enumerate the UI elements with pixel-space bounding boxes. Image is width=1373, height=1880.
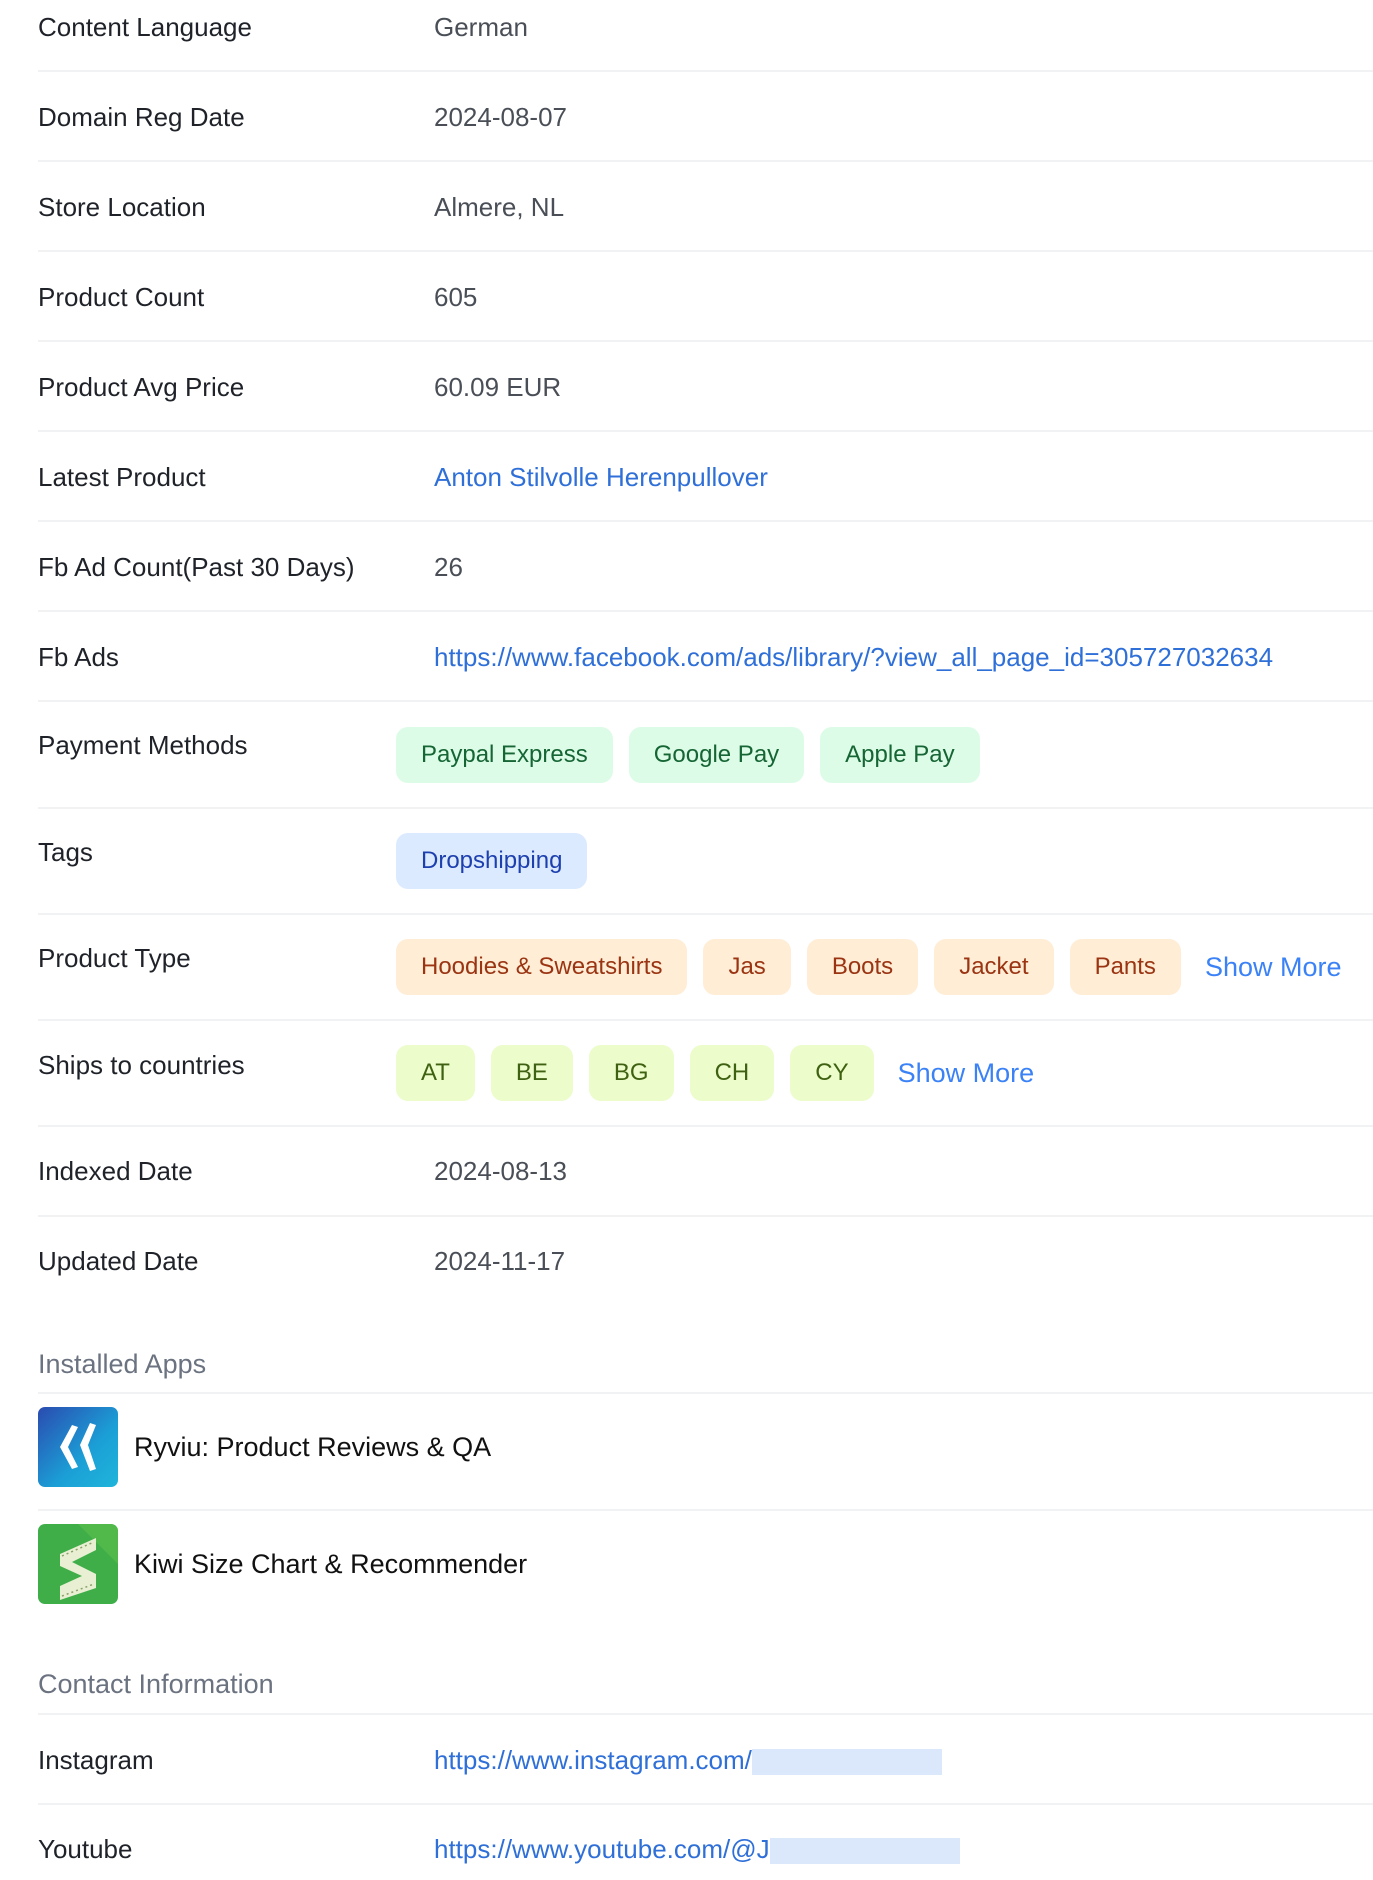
- field-value: Almere, NL: [434, 191, 565, 222]
- field-value: German: [434, 11, 528, 42]
- field-label: Product Count: [38, 281, 205, 312]
- field-label: Fb Ad Count(Past 30 Days): [38, 551, 355, 582]
- redacted-block: [751, 1748, 942, 1775]
- product-type-pill[interactable]: Boots: [806, 939, 919, 995]
- row-store-location: Store Location Almere, NL: [38, 180, 1373, 234]
- product-type-pill[interactable]: Jacket: [934, 939, 1054, 995]
- field-label: Ships to countries: [38, 1049, 245, 1080]
- divider: [38, 340, 1373, 342]
- divider: [38, 1019, 1373, 1021]
- product-type-pill[interactable]: Pants: [1069, 939, 1181, 995]
- field-label: Youtube: [38, 1833, 133, 1864]
- field-label: Content Language: [38, 11, 252, 42]
- product-type-list: Hoodies & Sweatshirts Jas Boots Jacket P…: [396, 939, 1342, 995]
- divider: [38, 610, 1373, 612]
- divider: [38, 520, 1373, 522]
- field-label: Instagram: [38, 1744, 154, 1775]
- field-value: 26: [434, 551, 463, 582]
- country-pill: CH: [689, 1045, 775, 1101]
- divider: [38, 807, 1373, 809]
- product-type-pill[interactable]: Jas: [703, 939, 791, 995]
- row-indexed-date: Indexed Date 2024-08-13: [38, 1144, 1373, 1198]
- tag-pill[interactable]: Dropshipping: [396, 833, 588, 889]
- installed-apps-heading: Installed Apps: [38, 1349, 207, 1379]
- divider: [38, 250, 1373, 252]
- payment-method-pill: Paypal Express: [396, 727, 613, 783]
- fb-ads-link[interactable]: https://www.facebook.com/ads/library/?vi…: [434, 642, 1273, 673]
- product-type-show-more-link[interactable]: Show More: [1205, 952, 1342, 983]
- app-name: Ryviu: Product Reviews & QA: [134, 1431, 492, 1462]
- ships-to-list: AT BE BG CH CY Show More: [396, 1045, 1034, 1101]
- latest-product-link[interactable]: Anton Stilvolle Herenpullover: [434, 462, 768, 493]
- app-name: Kiwi Size Chart & Recommender: [134, 1548, 528, 1579]
- field-label: Indexed Date: [38, 1155, 193, 1186]
- payment-methods-list: Paypal Express Google Pay Apple Pay: [396, 727, 980, 783]
- row-updated-date: Updated Date 2024-11-17: [38, 1234, 1373, 1288]
- redacted-block: [769, 1837, 960, 1864]
- field-value: 2024-11-17: [434, 1245, 566, 1276]
- field-value: 2024-08-13: [434, 1155, 567, 1186]
- field-label: Tags: [38, 836, 93, 867]
- installed-app-item[interactable]: Kiwi Size Chart & Recommender: [38, 1524, 527, 1604]
- row-domain-reg-date: Domain Reg Date 2024-08-07: [38, 90, 1373, 144]
- divider: [38, 160, 1373, 162]
- row-content-language: Content Language German: [38, 0, 1373, 54]
- youtube-value: https://www.youtube.com/@J: [434, 1834, 960, 1865]
- row-latest-product: Latest Product Anton Stilvolle Herenpull…: [38, 450, 1373, 504]
- kiwi-size-chart-logo-icon: [38, 1524, 118, 1604]
- payment-method-pill: Google Pay: [628, 727, 805, 783]
- field-label: Fb Ads: [38, 641, 119, 672]
- row-product-avg-price: Product Avg Price 60.09 EUR: [38, 360, 1373, 414]
- ryviu-logo-icon: [38, 1407, 118, 1487]
- field-label: Product Type: [38, 942, 191, 973]
- instagram-value: https://www.instagram.com/: [434, 1745, 942, 1776]
- row-fb-ad-count: Fb Ad Count(Past 30 Days) 26: [38, 540, 1373, 594]
- field-value: 60.09 EUR: [434, 371, 562, 402]
- field-label: Domain Reg Date: [38, 101, 245, 132]
- divider: [38, 1803, 1373, 1805]
- country-pill: CY: [790, 1045, 874, 1101]
- field-label: Latest Product: [38, 461, 206, 492]
- divider: [38, 1509, 1373, 1511]
- divider: [38, 700, 1373, 702]
- field-value: 2024-08-07: [434, 101, 567, 132]
- field-label: Updated Date: [38, 1245, 199, 1276]
- divider: [38, 1713, 1373, 1715]
- field-label: Product Avg Price: [38, 371, 245, 402]
- field-label: Store Location: [38, 191, 206, 222]
- row-tags: Tags: [38, 832, 1373, 872]
- country-pill: BG: [588, 1045, 674, 1101]
- divider: [38, 1125, 1373, 1127]
- divider: [38, 1215, 1373, 1217]
- countries-show-more-link[interactable]: Show More: [898, 1058, 1035, 1089]
- payment-method-pill: Apple Pay: [820, 727, 980, 783]
- field-label: Payment Methods: [38, 729, 248, 760]
- divider: [38, 70, 1373, 72]
- divider: [38, 1392, 1373, 1394]
- youtube-link[interactable]: https://www.youtube.com/@J: [434, 1834, 770, 1864]
- contact-information-heading: Contact Information: [38, 1669, 274, 1699]
- field-value: 605: [434, 281, 478, 312]
- product-type-pill[interactable]: Hoodies & Sweatshirts: [396, 939, 688, 995]
- installed-app-item[interactable]: Ryviu: Product Reviews & QA: [38, 1407, 491, 1487]
- country-pill: BE: [490, 1045, 573, 1101]
- row-youtube: Youtube https://www.youtube.com/@J: [38, 1822, 1373, 1876]
- row-product-count: Product Count 605: [38, 270, 1373, 324]
- row-instagram: Instagram https://www.instagram.com/: [38, 1733, 1373, 1787]
- row-fb-ads: Fb Ads https://www.facebook.com/ads/libr…: [38, 630, 1373, 684]
- country-pill: AT: [396, 1045, 475, 1101]
- instagram-link[interactable]: https://www.instagram.com/: [434, 1745, 752, 1775]
- divider: [38, 430, 1373, 432]
- tags-list: Dropshipping: [396, 833, 588, 889]
- divider: [38, 913, 1373, 915]
